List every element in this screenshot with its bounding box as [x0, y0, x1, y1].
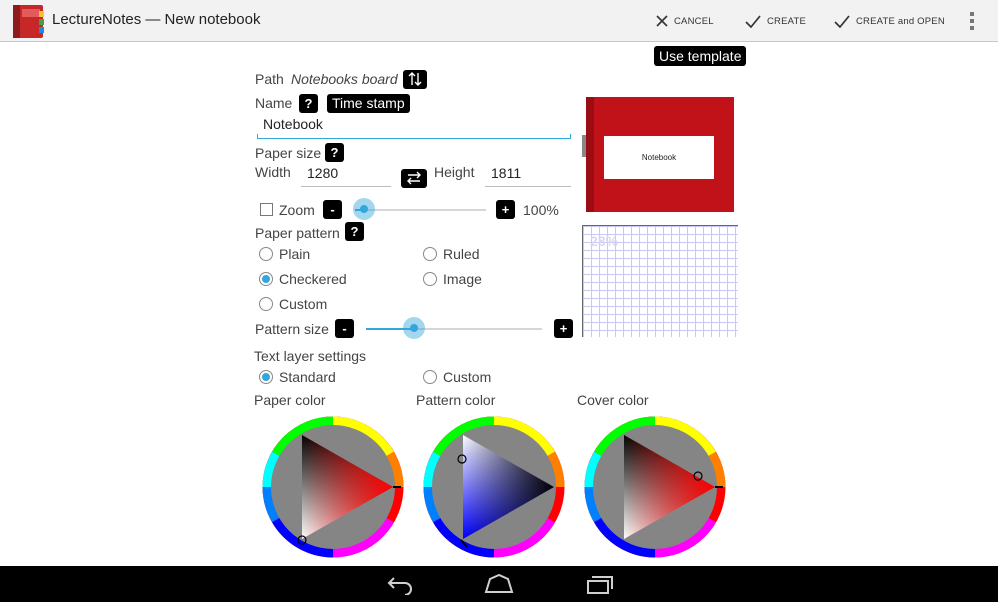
cover-spine: [586, 97, 594, 212]
swap-horizontal-icon: [407, 171, 421, 185]
create-button[interactable]: CREATE: [745, 0, 806, 42]
pattern-preview-scale: 28%: [590, 233, 619, 249]
notebook-app-icon: [13, 5, 44, 38]
swap-vertical-icon: [408, 72, 422, 86]
paper-size-help-button[interactable]: ?: [325, 143, 344, 162]
cover-color-label: Cover color: [577, 392, 649, 408]
pattern-image-label: Image: [443, 271, 482, 287]
create-and-open-label: CREATE and OPEN: [856, 15, 945, 27]
pattern-image-radio[interactable]: [423, 272, 437, 286]
name-help-button[interactable]: ?: [299, 94, 318, 113]
create-and-open-button[interactable]: CREATE and OPEN: [834, 0, 945, 42]
text-layer-label: Text layer settings: [254, 348, 367, 364]
pattern-size-minus-button[interactable]: -: [335, 319, 354, 338]
pattern-plain-label: Plain: [279, 246, 311, 262]
pattern-checkered-label: Checkered: [279, 271, 347, 287]
swap-vertical-button[interactable]: [403, 70, 427, 89]
path-label: Path: [255, 71, 284, 87]
use-template-tooltip: Use template: [654, 46, 747, 66]
notebook-name-value: Notebook: [263, 116, 323, 132]
back-icon[interactable]: [386, 573, 414, 595]
swap-dimensions-button[interactable]: [401, 169, 427, 188]
paper-pattern-help-button[interactable]: ?: [345, 222, 364, 241]
zoom-value: 100%: [523, 202, 559, 218]
pattern-checkered-radio[interactable]: [259, 272, 273, 286]
time-stamp-button[interactable]: Time stamp: [327, 94, 410, 113]
width-input[interactable]: 1280: [301, 165, 391, 187]
pattern-size-label: Pattern size: [255, 321, 329, 337]
pattern-ruled-label: Ruled: [443, 246, 480, 262]
cancel-label: CANCEL: [674, 15, 714, 27]
paper-color-wheel[interactable]: [262, 416, 404, 558]
system-navigation-bar: [0, 566, 998, 602]
zoom-checkbox[interactable]: [260, 203, 273, 216]
zoom-minus-button[interactable]: -: [323, 200, 342, 219]
text-layer-standard-radio[interactable]: [259, 370, 273, 384]
close-icon: [656, 15, 668, 27]
height-input[interactable]: 1811: [485, 165, 571, 187]
paper-pattern-label: Paper pattern: [255, 225, 340, 241]
path-value[interactable]: Notebooks board: [291, 71, 398, 87]
width-value: 1280: [307, 165, 339, 181]
checkmark-icon: [834, 14, 850, 28]
recent-apps-icon[interactable]: [586, 573, 614, 595]
zoom-label: Zoom: [279, 202, 315, 218]
text-layer-custom-radio[interactable]: [423, 370, 437, 384]
zoom-slider-thumb[interactable]: [353, 198, 375, 220]
pattern-custom-radio[interactable]: [259, 297, 273, 311]
pattern-ruled-radio[interactable]: [423, 247, 437, 261]
zoom-plus-button[interactable]: +: [496, 200, 515, 219]
pattern-color-label: Pattern color: [416, 392, 496, 408]
notebook-name-input[interactable]: Notebook: [257, 116, 571, 139]
pattern-size-slider-thumb[interactable]: [403, 317, 425, 339]
cover-preview: Notebook: [586, 97, 734, 212]
app-title: LectureNotes — New notebook: [52, 11, 261, 28]
overflow-menu-icon[interactable]: [966, 10, 978, 32]
height-label: Height: [434, 164, 475, 180]
pattern-custom-label: Custom: [279, 296, 328, 312]
pattern-color-wheel[interactable]: [423, 416, 565, 558]
home-icon[interactable]: [484, 573, 514, 595]
cover-preview-title: Notebook: [604, 136, 714, 179]
height-value: 1811: [491, 165, 522, 181]
name-label: Name: [255, 95, 293, 111]
pattern-plain-radio[interactable]: [259, 247, 273, 261]
cover-color-wheel[interactable]: [584, 416, 726, 558]
create-label: CREATE: [767, 15, 807, 27]
text-layer-custom-label: Custom: [443, 369, 492, 385]
pattern-size-plus-button[interactable]: +: [554, 319, 573, 338]
checkmark-icon: [745, 14, 761, 28]
paper-color-label: Paper color: [254, 392, 326, 408]
text-layer-standard-label: Standard: [279, 369, 336, 385]
cancel-button[interactable]: CANCEL: [656, 0, 714, 42]
action-bar: LectureNotes — New notebook CANCEL CREAT…: [0, 0, 998, 42]
paper-size-label: Paper size: [255, 145, 322, 161]
width-label: Width: [255, 164, 291, 180]
